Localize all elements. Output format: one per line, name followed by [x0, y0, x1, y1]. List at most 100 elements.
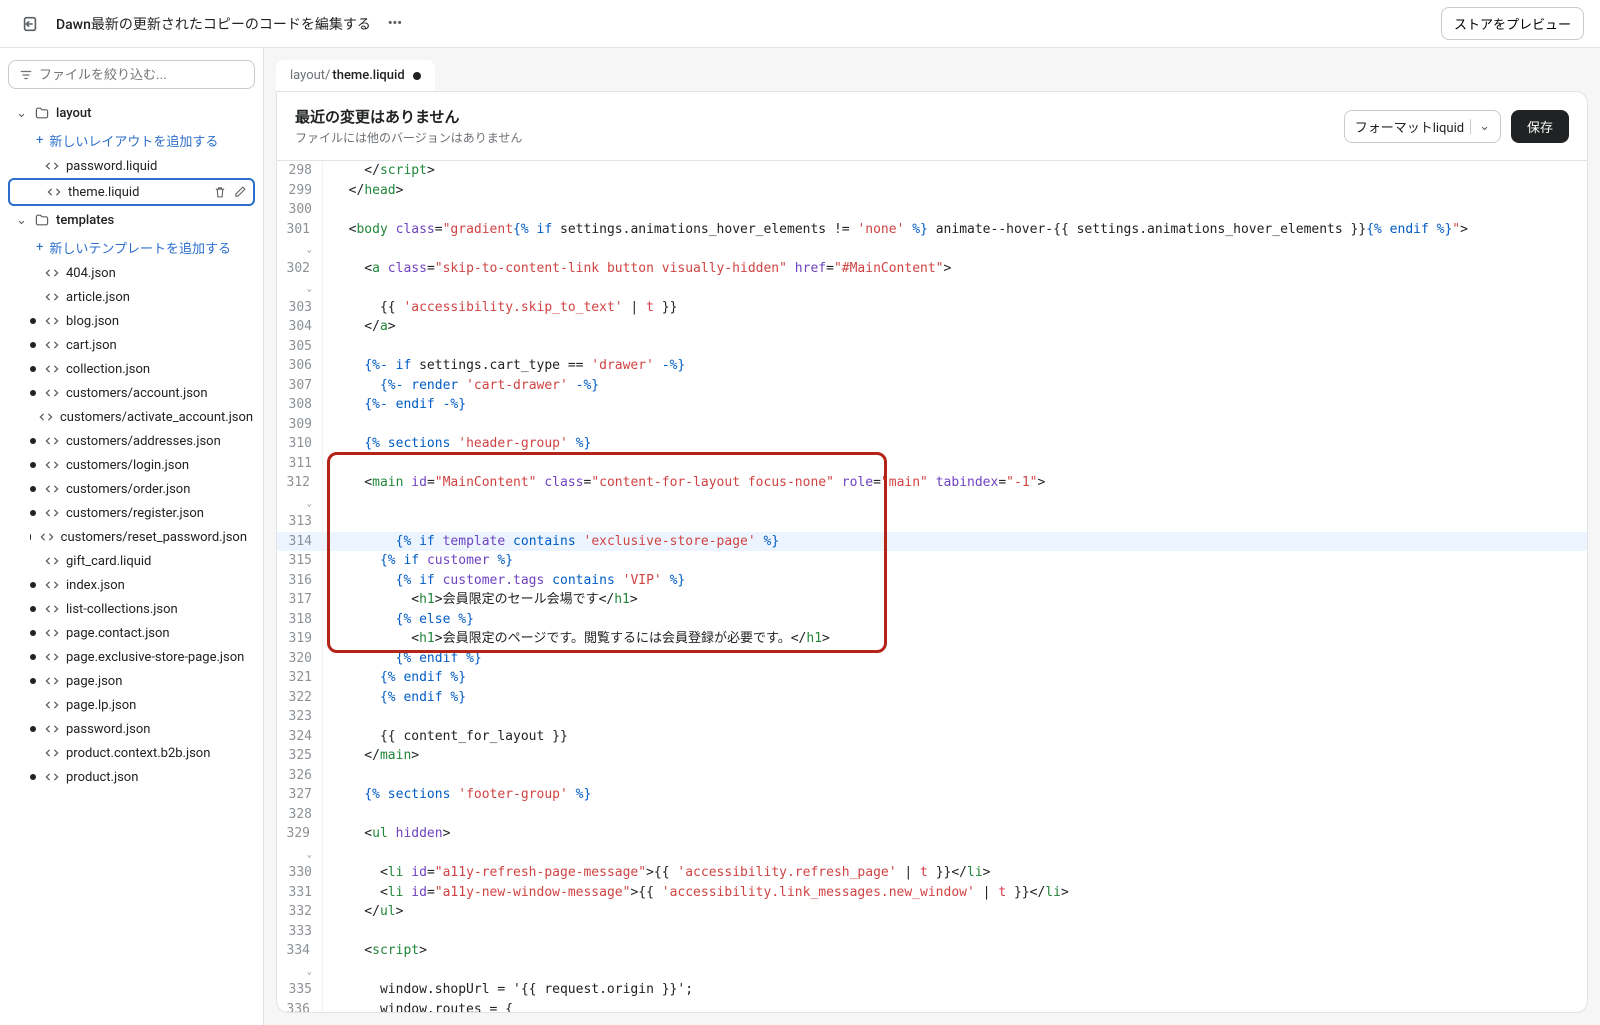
file-label: article.json	[66, 290, 130, 305]
file-collection-json[interactable]: collection.json	[8, 357, 255, 381]
editor-area: layout/theme.liquid 最近の変更はありません ファイルには他の…	[264, 48, 1600, 1025]
code-file-icon	[44, 625, 60, 641]
topbar: Dawn最新の更新されたコピーのコードを編集する ••• ストアをプレビュー	[0, 0, 1600, 48]
code-file-icon	[44, 158, 60, 174]
file-label: cart.json	[66, 338, 117, 353]
chevron-down-icon: ⌄	[16, 106, 28, 121]
code-file-icon	[44, 457, 60, 473]
file-label: customers/addresses.json	[66, 434, 221, 449]
code-file-icon	[44, 265, 60, 281]
file-label: password.json	[66, 722, 150, 737]
modified-dot-icon	[30, 462, 36, 468]
code-editor[interactable]: 298 </script>299 </head>300301 ⌄ <body c…	[277, 161, 1587, 1012]
tab-modified-dot-icon	[413, 72, 421, 80]
file-article-json[interactable]: article.json	[8, 285, 255, 309]
file-sidebar: ⌄ layout + 新しいレイアウトを追加する password.liquid…	[0, 48, 264, 1025]
folder-layout[interactable]: ⌄ layout	[8, 99, 255, 127]
file-customers-login-json[interactable]: customers/login.json	[8, 453, 255, 477]
file-label: customers/order.json	[66, 482, 190, 497]
folder-label: layout	[56, 106, 91, 121]
chevron-down-icon: ⌄	[16, 213, 28, 228]
file-label: theme.liquid	[68, 185, 139, 200]
modified-dot-icon	[30, 366, 36, 372]
code-file-icon	[44, 289, 60, 305]
save-button[interactable]: 保存	[1511, 110, 1569, 143]
preview-store-button[interactable]: ストアをプレビュー	[1441, 7, 1584, 40]
file-index-json[interactable]: index.json	[8, 573, 255, 597]
rename-file-button[interactable]	[233, 185, 247, 199]
file-customers-activate_account-json[interactable]: customers/activate_account.json	[8, 405, 255, 429]
modified-dot-icon	[30, 342, 36, 348]
file-page-exclusive-store-page-json[interactable]: page.exclusive-store-page.json	[8, 645, 255, 669]
file-page-json[interactable]: page.json	[8, 669, 255, 693]
file-theme-liquid[interactable]: theme.liquid	[8, 178, 255, 206]
plus-icon: +	[36, 240, 43, 255]
more-menu-button[interactable]: •••	[383, 12, 407, 36]
file-list-collections-json[interactable]: list-collections.json	[8, 597, 255, 621]
file-customers-reset_password-json[interactable]: customers/reset_password.json	[8, 525, 255, 549]
file-cart-json[interactable]: cart.json	[8, 333, 255, 357]
modified-dot-icon	[30, 606, 36, 612]
code-file-icon	[44, 601, 60, 617]
file-page-lp-json[interactable]: page.lp.json	[8, 693, 255, 717]
folder-templates[interactable]: ⌄ templates	[8, 206, 255, 234]
file-label: gift_card.liquid	[66, 554, 151, 569]
file-page-contact-json[interactable]: page.contact.json	[8, 621, 255, 645]
code-file-icon	[44, 361, 60, 377]
file-label: customers/activate_account.json	[60, 410, 253, 425]
file-gift_card-liquid[interactable]: gift_card.liquid	[8, 549, 255, 573]
file-password-liquid[interactable]: password.liquid	[8, 154, 255, 178]
file-product-context-b2b-json[interactable]: product.context.b2b.json	[8, 741, 255, 765]
code-file-icon	[44, 553, 60, 569]
file-blog-json[interactable]: blog.json	[8, 309, 255, 333]
folder-label: templates	[56, 213, 114, 228]
add-template-link[interactable]: + 新しいテンプレートを追加する	[8, 234, 255, 261]
file-label: product.json	[66, 770, 138, 785]
file-customers-order-json[interactable]: customers/order.json	[8, 477, 255, 501]
format-liquid-button[interactable]: フォーマットliquid ⌄	[1344, 110, 1501, 143]
file-label: password.liquid	[66, 159, 157, 174]
code-file-icon	[44, 769, 60, 785]
file-404-json[interactable]: 404.json	[8, 261, 255, 285]
editor-header-title: 最近の変更はありません	[295, 106, 522, 127]
file-filter[interactable]	[8, 60, 255, 89]
file-customers-account-json[interactable]: customers/account.json	[8, 381, 255, 405]
plus-icon: +	[36, 133, 43, 148]
modified-dot-icon	[30, 486, 36, 492]
code-file-icon	[44, 697, 60, 713]
modified-dot-icon	[30, 318, 36, 324]
file-product-json[interactable]: product.json	[8, 765, 255, 789]
tab-theme-liquid[interactable]: layout/theme.liquid	[276, 60, 435, 91]
delete-file-button[interactable]	[213, 185, 227, 199]
file-customers-register-json[interactable]: customers/register.json	[8, 501, 255, 525]
folder-icon	[34, 105, 50, 121]
code-file-icon	[44, 577, 60, 593]
exit-button[interactable]	[16, 10, 44, 38]
file-label: customers/account.json	[66, 386, 208, 401]
page-title: Dawn最新の更新されたコピーのコードを編集する	[56, 14, 371, 34]
editor-header-subtitle: ファイルには他のバージョンはありません	[295, 129, 522, 146]
file-label: page.json	[66, 674, 122, 689]
modified-dot-icon	[30, 390, 36, 396]
file-label: page.exclusive-store-page.json	[66, 650, 244, 665]
file-label: page.lp.json	[66, 698, 136, 713]
code-file-icon	[44, 721, 60, 737]
add-layout-link[interactable]: + 新しいレイアウトを追加する	[8, 127, 255, 154]
filter-input[interactable]	[39, 67, 244, 82]
file-password-json[interactable]: password.json	[8, 717, 255, 741]
modified-dot-icon	[30, 438, 36, 444]
code-file-icon	[44, 385, 60, 401]
file-label: customers/login.json	[66, 458, 189, 473]
code-file-icon	[38, 409, 54, 425]
exit-icon	[21, 15, 39, 33]
code-file-icon	[44, 649, 60, 665]
editor-header: 最近の変更はありません ファイルには他のバージョンはありません フォーマットli…	[277, 92, 1587, 161]
code-file-icon	[44, 745, 60, 761]
modified-dot-icon	[30, 678, 36, 684]
filter-icon	[19, 68, 33, 82]
folder-icon	[34, 212, 50, 228]
modified-dot-icon	[30, 534, 31, 540]
file-label: page.contact.json	[66, 626, 170, 641]
tab-bar: layout/theme.liquid	[264, 48, 1600, 91]
file-customers-addresses-json[interactable]: customers/addresses.json	[8, 429, 255, 453]
